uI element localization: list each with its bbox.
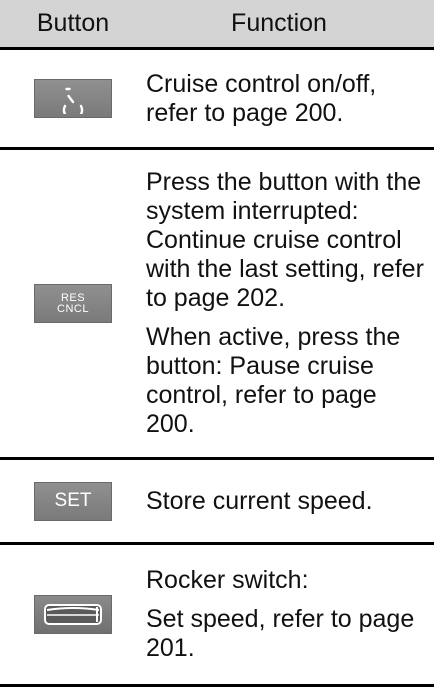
table-row: RES CNCL Press the button with the syste…: [0, 150, 434, 460]
function-cell: Press the button with the system interru…: [146, 168, 434, 439]
button-cell: [0, 79, 146, 118]
button-cell: SET: [0, 481, 146, 521]
function-cell: Rocker switch: Set speed, refer to page …: [146, 566, 434, 663]
cruise-control-icon: [34, 79, 112, 118]
button-label-res: RES: [60, 291, 86, 304]
table-header: Button Function: [0, 0, 434, 50]
button-cell: RES CNCL: [0, 284, 146, 323]
res-cncl-button-icon: RES CNCL: [34, 284, 112, 323]
function-text: Set speed, refer to page 201.: [146, 605, 415, 662]
table-row: Cruise control on/off, refer to page 200…: [0, 50, 434, 150]
function-text: Press the button with the system interru…: [146, 168, 424, 312]
function-text: Cruise control on/off, refer to page 200…: [146, 69, 377, 127]
set-button-icon: SET: [34, 481, 112, 521]
button-cell: [0, 595, 146, 634]
button-label-cncl: CNCL: [57, 302, 89, 315]
button-label-set: SET: [54, 490, 92, 511]
header-function: Function: [231, 9, 327, 37]
function-cell: Cruise control on/off, refer to page 200…: [146, 70, 434, 128]
table-row: SET Store current speed.: [0, 460, 434, 545]
header-button: Button: [36, 9, 110, 37]
function-text: Store current speed.: [146, 486, 373, 515]
table-row: Rocker switch: Set speed, refer to page …: [0, 545, 434, 687]
function-text: When active, press the button: Pause cru…: [146, 323, 401, 438]
function-cell: Store current speed.: [146, 487, 434, 516]
function-text: Rocker switch:: [146, 566, 309, 594]
function-table: Button Function Cruise control on/off, r…: [0, 0, 434, 687]
rocker-switch-icon: [34, 595, 112, 634]
